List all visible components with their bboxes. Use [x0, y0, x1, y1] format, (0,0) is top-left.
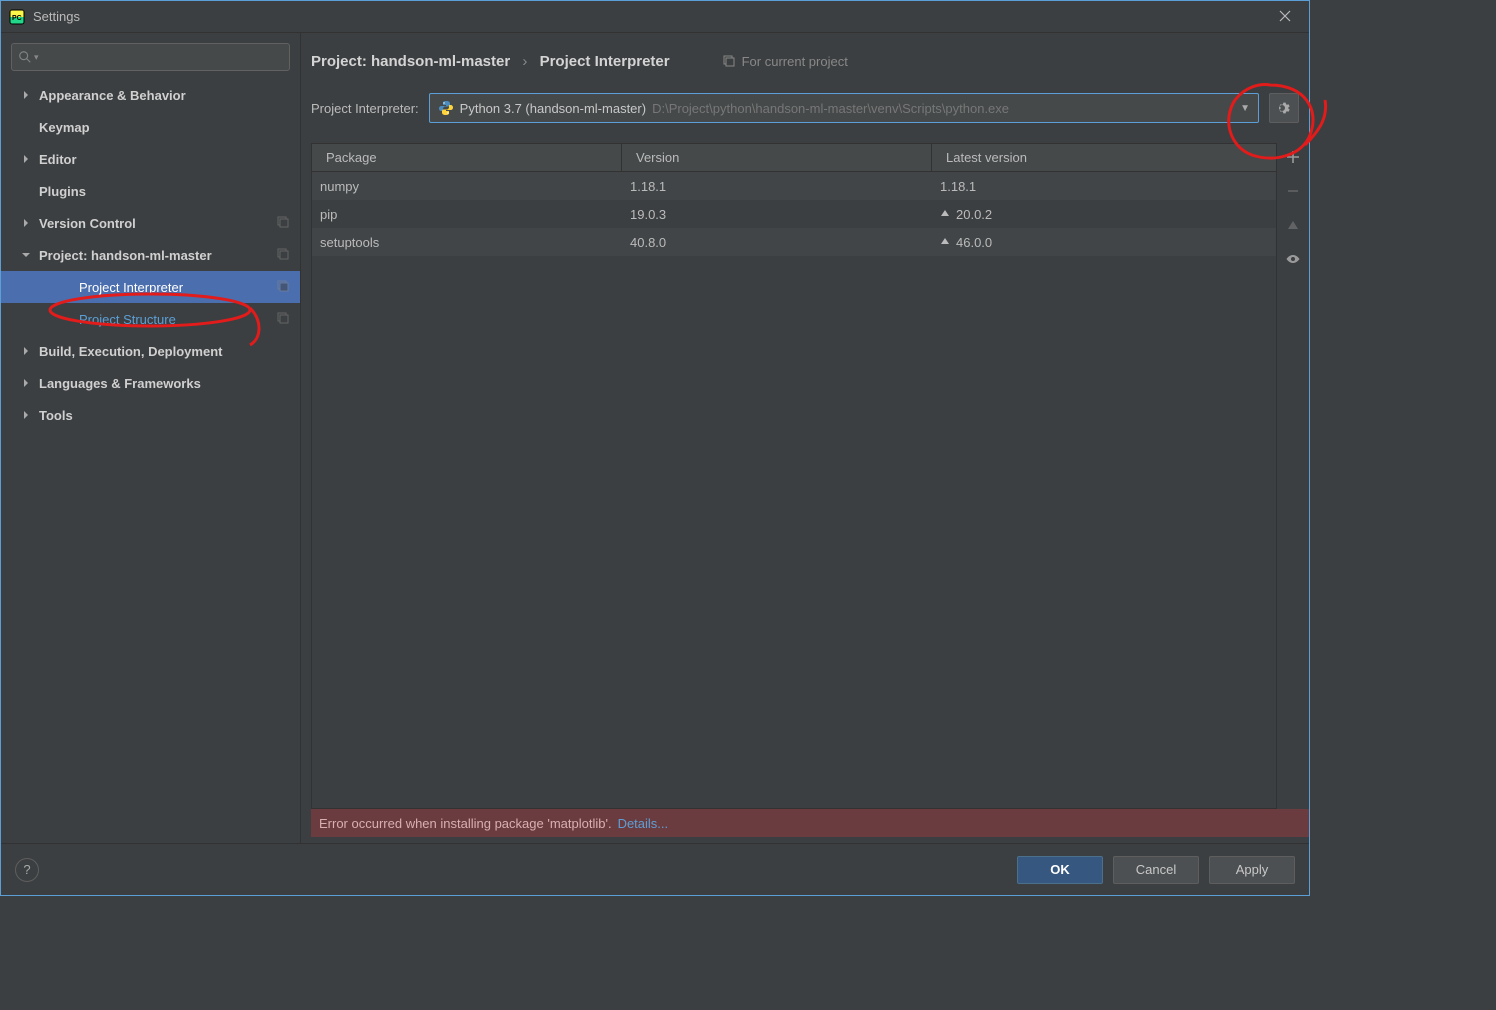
chevron-right-icon: [21, 218, 31, 228]
cell-version: 19.0.3: [622, 207, 932, 222]
python-icon: [438, 100, 454, 116]
copy-icon: [276, 311, 290, 328]
col-latest[interactable]: Latest version: [932, 144, 1276, 171]
packages-table: Package Version Latest version numpy1.18…: [311, 143, 1277, 809]
cell-latest: 20.0.2: [932, 207, 1276, 222]
search-input[interactable]: ▾: [11, 43, 290, 71]
breadcrumb: Project: handson-ml-master › Project Int…: [311, 53, 670, 70]
settings-window: PC Settings ▾ Appearance & Behavior Keyma…: [0, 0, 1310, 896]
chevron-right-icon: [21, 346, 31, 356]
error-details-link[interactable]: Details...: [618, 816, 669, 831]
sidebar-item-label: Project Structure: [79, 312, 300, 327]
svg-text:PC: PC: [12, 15, 22, 22]
close-button[interactable]: [1269, 9, 1301, 25]
copy-icon: [276, 247, 290, 264]
sidebar-item[interactable]: Build, Execution, Deployment: [1, 335, 300, 367]
table-row[interactable]: numpy1.18.11.18.1: [312, 172, 1276, 200]
help-button[interactable]: ?: [15, 858, 39, 882]
pycharm-icon: PC: [9, 9, 25, 25]
plus-icon: [1286, 150, 1300, 164]
cell-package: setuptools: [312, 235, 622, 250]
minus-icon: [1286, 184, 1300, 198]
cell-version: 40.8.0: [622, 235, 932, 250]
chevron-down-icon: [21, 250, 31, 260]
interpreter-name: Python 3.7 (handson-ml-master): [460, 101, 646, 116]
sidebar-item[interactable]: Appearance & Behavior: [1, 79, 300, 111]
interpreter-select[interactable]: Python 3.7 (handson-ml-master) D:\Projec…: [429, 93, 1259, 123]
interpreter-row: Project Interpreter: Python 3.7 (handson…: [301, 75, 1309, 123]
titlebar: PC Settings: [1, 1, 1309, 33]
sidebar-item[interactable]: Keymap: [1, 111, 300, 143]
chevron-right-icon: [21, 378, 31, 388]
sidebar-item-label: Keymap: [39, 120, 300, 135]
sidebar-item-label: Tools: [39, 408, 300, 423]
sidebar-item-label: Plugins: [39, 184, 300, 199]
eye-icon: [1285, 251, 1301, 267]
sidebar-item-label: Languages & Frameworks: [39, 376, 300, 391]
ok-button[interactable]: OK: [1017, 856, 1103, 884]
upgrade-package-button[interactable]: [1283, 215, 1303, 235]
sidebar-item[interactable]: Project: handson-ml-master: [1, 239, 300, 271]
sidebar-item-label: Build, Execution, Deployment: [39, 344, 300, 359]
error-text: Error occurred when installing package '…: [319, 816, 612, 831]
add-package-button[interactable]: [1283, 147, 1303, 167]
cell-package: numpy: [312, 179, 622, 194]
upgrade-available-icon: [940, 237, 950, 247]
table-body: numpy1.18.11.18.1pip19.0.320.0.2setuptoo…: [312, 172, 1276, 808]
breadcrumb-seg1: Project: handson-ml-master: [311, 53, 510, 70]
table-header: Package Version Latest version: [312, 144, 1276, 172]
dialog-footer: ? OK Cancel Apply: [1, 843, 1309, 895]
table-row[interactable]: pip19.0.320.0.2: [312, 200, 1276, 228]
sidebar-item-label: Editor: [39, 152, 300, 167]
cell-latest: 46.0.0: [932, 235, 1276, 250]
upgrade-available-icon: [940, 209, 950, 219]
settings-tree: Appearance & Behavior Keymap Editor Plugins…: [1, 79, 300, 843]
chevron-right-icon: [21, 410, 31, 420]
col-package[interactable]: Package: [312, 144, 622, 171]
sidebar-item[interactable]: Languages & Frameworks: [1, 367, 300, 399]
sidebar-item[interactable]: Plugins: [1, 175, 300, 207]
copy-icon: [276, 279, 290, 296]
sidebar-item[interactable]: Project Interpreter: [1, 271, 300, 303]
sidebar-item-label: Version Control: [39, 216, 300, 231]
chevron-right-icon: [21, 90, 31, 100]
table-row[interactable]: setuptools40.8.046.0.0: [312, 228, 1276, 256]
interpreter-settings-button[interactable]: [1269, 93, 1299, 123]
error-bar: Error occurred when installing package '…: [311, 809, 1309, 837]
interpreter-path: D:\Project\python\handson-ml-master\venv…: [652, 101, 1228, 116]
search-icon: [18, 50, 32, 64]
chevron-right-icon: [21, 154, 31, 164]
sidebar-item[interactable]: Project Structure: [1, 303, 300, 335]
table-toolbar: [1277, 143, 1309, 809]
gear-icon: [1276, 100, 1292, 116]
sidebar-item-label: Project Interpreter: [79, 280, 300, 295]
copy-icon: [276, 215, 290, 232]
window-title: Settings: [33, 9, 1269, 24]
chevron-down-icon: ▼: [1240, 103, 1250, 114]
search-dropdown-icon: ▾: [34, 52, 39, 63]
breadcrumb-seg2: Project Interpreter: [540, 53, 670, 70]
cell-package: pip: [312, 207, 622, 222]
sidebar-item[interactable]: Tools: [1, 399, 300, 431]
settings-sidebar: ▾ Appearance & Behavior Keymap Editor Plugi…: [1, 33, 301, 843]
apply-button[interactable]: Apply: [1209, 856, 1295, 884]
sidebar-item-label: Appearance & Behavior: [39, 88, 300, 103]
copy-icon: [722, 54, 736, 68]
remove-package-button[interactable]: [1283, 181, 1303, 201]
col-version[interactable]: Version: [622, 144, 932, 171]
scope-badge: For current project: [722, 54, 848, 69]
main-panel: Project: handson-ml-master › Project Int…: [301, 33, 1309, 843]
triangle-up-icon: [1286, 218, 1300, 232]
cancel-button[interactable]: Cancel: [1113, 856, 1199, 884]
show-early-releases-button[interactable]: [1283, 249, 1303, 269]
cell-latest: 1.18.1: [932, 179, 1276, 194]
sidebar-item[interactable]: Editor: [1, 143, 300, 175]
breadcrumb-row: Project: handson-ml-master › Project Int…: [301, 33, 1309, 75]
sidebar-item[interactable]: Version Control: [1, 207, 300, 239]
breadcrumb-separator-icon: ›: [522, 53, 527, 70]
cell-version: 1.18.1: [622, 179, 932, 194]
scope-text: For current project: [742, 54, 848, 69]
sidebar-item-label: Project: handson-ml-master: [39, 248, 300, 263]
interpreter-label: Project Interpreter:: [311, 101, 419, 116]
